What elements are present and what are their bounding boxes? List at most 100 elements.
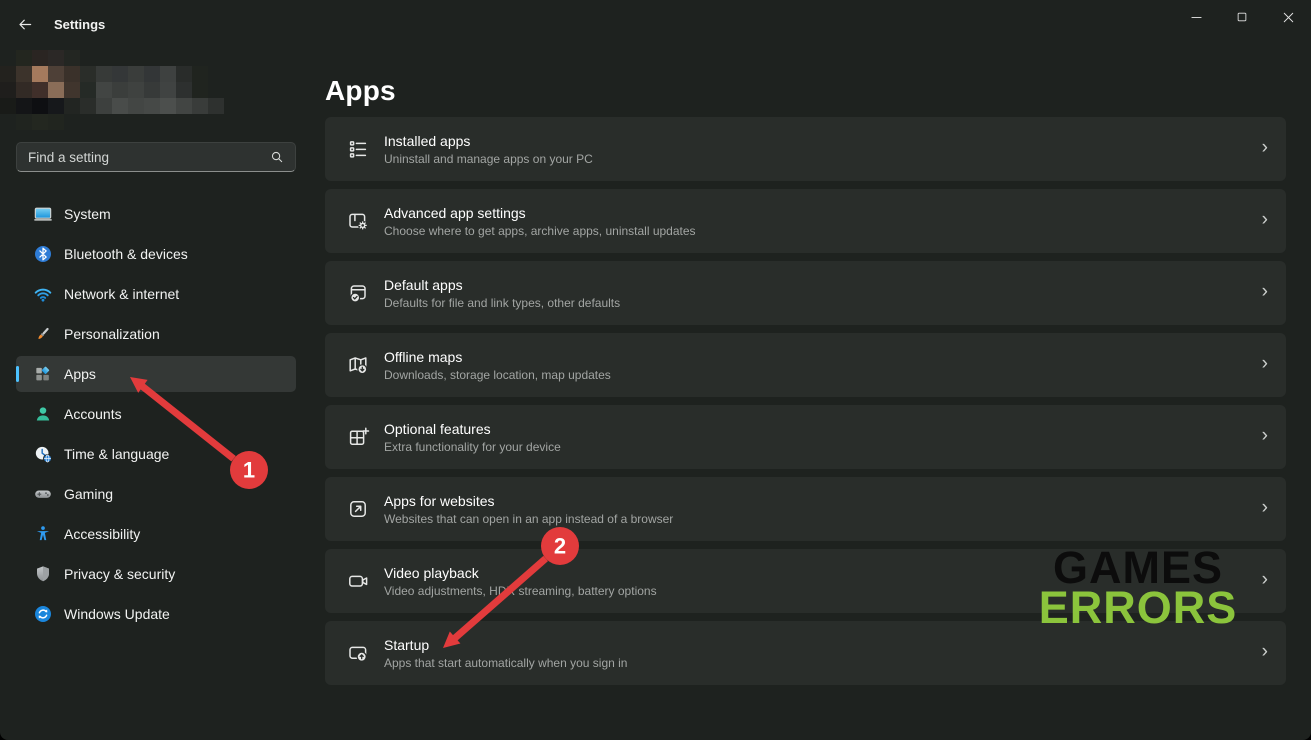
minimize-button[interactable] — [1173, 0, 1219, 34]
page-title: Apps — [325, 75, 396, 107]
sidebar-item-label: Accounts — [64, 406, 122, 422]
row-text: Offline mapsDownloads, storage location,… — [384, 349, 611, 382]
sidebar-item-personalization[interactable]: Personalization — [16, 316, 296, 352]
sidebar-item-label: Bluetooth & devices — [64, 246, 188, 262]
sidebar-item-accessibility[interactable]: Accessibility — [16, 516, 296, 552]
back-button[interactable] — [10, 10, 40, 38]
avatar-pixel — [16, 98, 32, 114]
avatar-pixel — [208, 50, 224, 66]
avatar-pixel — [112, 98, 128, 114]
settings-row-installed-apps[interactable]: Installed appsUninstall and manage apps … — [325, 117, 1286, 181]
offline-maps-icon — [346, 353, 370, 377]
avatar-pixel — [32, 82, 48, 98]
apps-for-websites-icon — [346, 497, 370, 521]
avatar-pixel — [208, 82, 224, 98]
avatar-pixel — [80, 98, 96, 114]
avatar-pixel — [144, 66, 160, 82]
avatar-pixel — [208, 98, 224, 114]
chevron-right-icon: › — [1262, 569, 1268, 591]
sidebar-item-label: Privacy & security — [64, 566, 175, 582]
avatar-pixel — [176, 50, 192, 66]
back-arrow-icon — [16, 15, 34, 34]
avatar-pixel — [208, 66, 224, 82]
avatar-pixel — [80, 114, 96, 130]
maximize-icon — [1234, 9, 1250, 25]
sidebar-item-label: Network & internet — [64, 286, 179, 302]
avatar-pixel — [160, 66, 176, 82]
sidebar-item-label: Windows Update — [64, 606, 170, 622]
row-subtitle: Uninstall and manage apps on your PC — [384, 152, 593, 166]
sidebar-nav: System Bluetooth & devices Network & inter… — [16, 196, 296, 636]
avatar-pixel — [48, 50, 64, 66]
accessibility-icon — [33, 524, 53, 544]
settings-row-optional-features[interactable]: Optional features Extra functionality for… — [325, 405, 1286, 469]
row-subtitle: Video adjustments, HDR streaming, batter… — [384, 584, 657, 598]
close-button[interactable] — [1265, 0, 1311, 34]
row-title: Default apps — [384, 277, 620, 293]
avatar-pixel — [16, 50, 32, 66]
avatar-pixel — [192, 98, 208, 114]
avatar-pixel — [0, 50, 16, 66]
sidebar-item-gaming[interactable]: Gaming — [16, 476, 296, 512]
maximize-button[interactable] — [1219, 0, 1265, 34]
sidebar-item-label: System — [64, 206, 111, 222]
sidebar-item-update[interactable]: Windows Update — [16, 596, 296, 632]
startup-icon — [346, 641, 370, 665]
row-title: Advanced app settings — [384, 205, 696, 221]
search-box[interactable] — [16, 142, 296, 172]
minimize-icon — [1188, 9, 1205, 26]
avatar-pixel — [144, 98, 160, 114]
avatar-pixel — [0, 82, 16, 98]
settings-window: Settings SystemBluetooth & devicesNetwor… — [0, 0, 1311, 740]
row-subtitle: Extra functionality for your device — [384, 440, 561, 454]
settings-row-video-playback[interactable]: Video playbackVideo adjustments, HDR str… — [325, 549, 1286, 613]
sidebar-item-time[interactable]: Time & language — [16, 436, 296, 472]
settings-row-apps-for-websites[interactable]: Apps for websitesWebsites that can open … — [325, 477, 1286, 541]
settings-row-advanced-app-settings[interactable]: Advanced app settings Choose where to get… — [325, 189, 1286, 253]
avatar-pixel — [192, 66, 208, 82]
sidebar-item-label: Accessibility — [64, 526, 140, 542]
sidebar-item-bluetooth[interactable]: Bluetooth & devices — [16, 236, 296, 272]
row-title: Optional features — [384, 421, 561, 437]
row-subtitle: Defaults for file and link types, other … — [384, 296, 620, 310]
row-text: Optional features Extra functionality for… — [384, 421, 561, 454]
avatar-pixel — [80, 82, 96, 98]
search-input[interactable] — [17, 150, 269, 165]
avatar-pixel — [16, 82, 32, 98]
settings-row-startup[interactable]: StartupApps that start automatically whe… — [325, 621, 1286, 685]
user-avatar-blurred — [0, 50, 224, 130]
avatar-pixel — [128, 98, 144, 114]
gaming-icon — [33, 484, 53, 504]
settings-row-default-apps[interactable]: Default apps Defaults for file and link t… — [325, 261, 1286, 325]
row-text: Default apps Defaults for file and link t… — [384, 277, 620, 310]
avatar-pixel — [112, 66, 128, 82]
row-subtitle: Choose where to get apps, archive apps, … — [384, 224, 696, 238]
sidebar-item-system[interactable]: System — [16, 196, 296, 232]
sidebar-item-network[interactable]: Network & internet — [16, 276, 296, 312]
avatar-pixel — [128, 82, 144, 98]
sidebar-item-accounts[interactable]: Accounts — [16, 396, 296, 432]
avatar-pixel — [96, 114, 112, 130]
row-text: Installed appsUninstall and manage apps … — [384, 133, 593, 166]
default-apps-icon — [346, 281, 370, 305]
settings-row-offline-maps[interactable]: Offline mapsDownloads, storage location,… — [325, 333, 1286, 397]
avatar-pixel — [80, 66, 96, 82]
avatar-pixel — [0, 114, 16, 130]
update-icon — [33, 604, 53, 624]
sidebar-item-privacy[interactable]: Privacy & security — [16, 556, 296, 592]
sidebar-item-apps[interactable]: Apps — [16, 356, 296, 392]
sidebar-item-label: Apps — [64, 366, 96, 382]
sidebar-item-label: Time & language — [64, 446, 169, 462]
avatar-pixel — [96, 66, 112, 82]
avatar-pixel — [160, 82, 176, 98]
row-text: StartupApps that start automatically whe… — [384, 637, 627, 670]
avatar-pixel — [32, 98, 48, 114]
chevron-right-icon: › — [1262, 353, 1268, 375]
avatar-pixel — [32, 50, 48, 66]
window-controls — [1173, 0, 1311, 34]
avatar-pixel — [176, 82, 192, 98]
sidebar-item-label: Personalization — [64, 326, 160, 342]
avatar-pixel — [160, 50, 176, 66]
avatar-pixel — [192, 50, 208, 66]
avatar-pixel — [112, 82, 128, 98]
